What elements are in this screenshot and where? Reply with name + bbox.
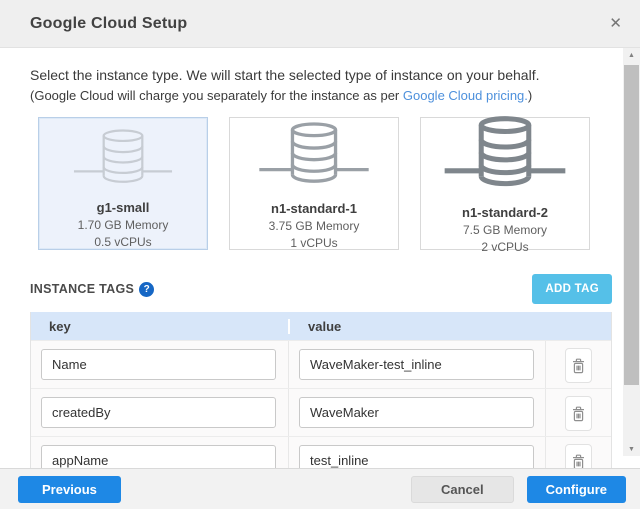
tag-key-input[interactable] (41, 397, 276, 428)
tag-value-input[interactable] (299, 349, 534, 380)
help-icon[interactable]: ? (139, 282, 154, 297)
google-cloud-setup-dialog: Google Cloud Setup ✕ Select the instance… (0, 0, 640, 509)
dialog-footer: Previous Cancel Configure (0, 468, 640, 509)
tag-value-input[interactable] (299, 397, 534, 428)
instance-card-n1-standard-1[interactable]: n1-standard-1 3.75 GB Memory 1 vCPUs (229, 117, 399, 250)
instance-tags-table: key value (30, 312, 612, 468)
table-header-row: key value (31, 312, 611, 340)
cancel-button[interactable]: Cancel (411, 476, 514, 503)
trash-icon (572, 454, 585, 469)
previous-button[interactable]: Previous (18, 476, 121, 503)
dialog-header: Google Cloud Setup ✕ (0, 0, 640, 48)
pricing-note-suffix: ) (528, 88, 532, 103)
instance-memory: 1.70 GB Memory (78, 218, 169, 232)
pricing-link[interactable]: Google Cloud pricing. (403, 88, 528, 103)
intro-text: Select the instance type. We will start … (30, 67, 612, 83)
instance-memory: 7.5 GB Memory (463, 223, 547, 237)
column-header-key: key (31, 319, 288, 334)
instance-tags-label: INSTANCE TAGS (30, 282, 134, 296)
delete-tag-button[interactable] (565, 348, 592, 383)
instance-cpus: 0.5 vCPUs (94, 235, 151, 249)
scrollbar-thumb[interactable] (624, 65, 639, 385)
delete-tag-button[interactable] (565, 444, 592, 468)
add-tag-button[interactable]: ADD TAG (532, 274, 612, 304)
configure-button[interactable]: Configure (527, 476, 626, 503)
tag-key-input[interactable] (41, 445, 276, 468)
table-row (31, 436, 611, 468)
close-icon[interactable]: ✕ (609, 16, 622, 31)
instance-name: g1-small (97, 200, 150, 215)
instance-type-cards: g1-small 1.70 GB Memory 0.5 vCPUs n1-sta… (38, 117, 612, 250)
database-icon (441, 118, 569, 202)
instance-card-g1-small[interactable]: g1-small 1.70 GB Memory 0.5 vCPUs (38, 117, 208, 250)
database-icon (256, 118, 372, 198)
dialog-body: Select the instance type. We will start … (0, 48, 640, 468)
instance-name: n1-standard-2 (462, 205, 548, 220)
instance-card-n1-standard-2[interactable]: n1-standard-2 7.5 GB Memory 2 vCPUs (420, 117, 590, 250)
instance-memory: 3.75 GB Memory (269, 219, 360, 233)
table-row (31, 388, 611, 436)
trash-icon (572, 406, 585, 422)
instance-cpus: 1 vCPUs (290, 236, 337, 250)
column-header-value: value (288, 319, 545, 334)
scroll-up-icon[interactable]: ▲ (623, 52, 640, 59)
trash-icon (572, 358, 585, 374)
delete-tag-button[interactable] (565, 396, 592, 431)
dialog-title: Google Cloud Setup (30, 15, 187, 33)
scroll-down-icon[interactable]: ▼ (623, 446, 640, 453)
scrollbar[interactable]: ▲ ▼ (623, 48, 640, 456)
database-icon (71, 118, 175, 197)
instance-name: n1-standard-1 (271, 201, 357, 216)
pricing-note-prefix: (Google Cloud will charge you separately… (30, 88, 403, 103)
instance-tags-bar: INSTANCE TAGS ? ADD TAG (30, 273, 612, 305)
instance-cpus: 2 vCPUs (481, 240, 528, 254)
tag-key-input[interactable] (41, 349, 276, 380)
tag-value-input[interactable] (299, 445, 534, 468)
pricing-note: (Google Cloud will charge you separately… (30, 88, 612, 103)
table-row (31, 340, 611, 388)
